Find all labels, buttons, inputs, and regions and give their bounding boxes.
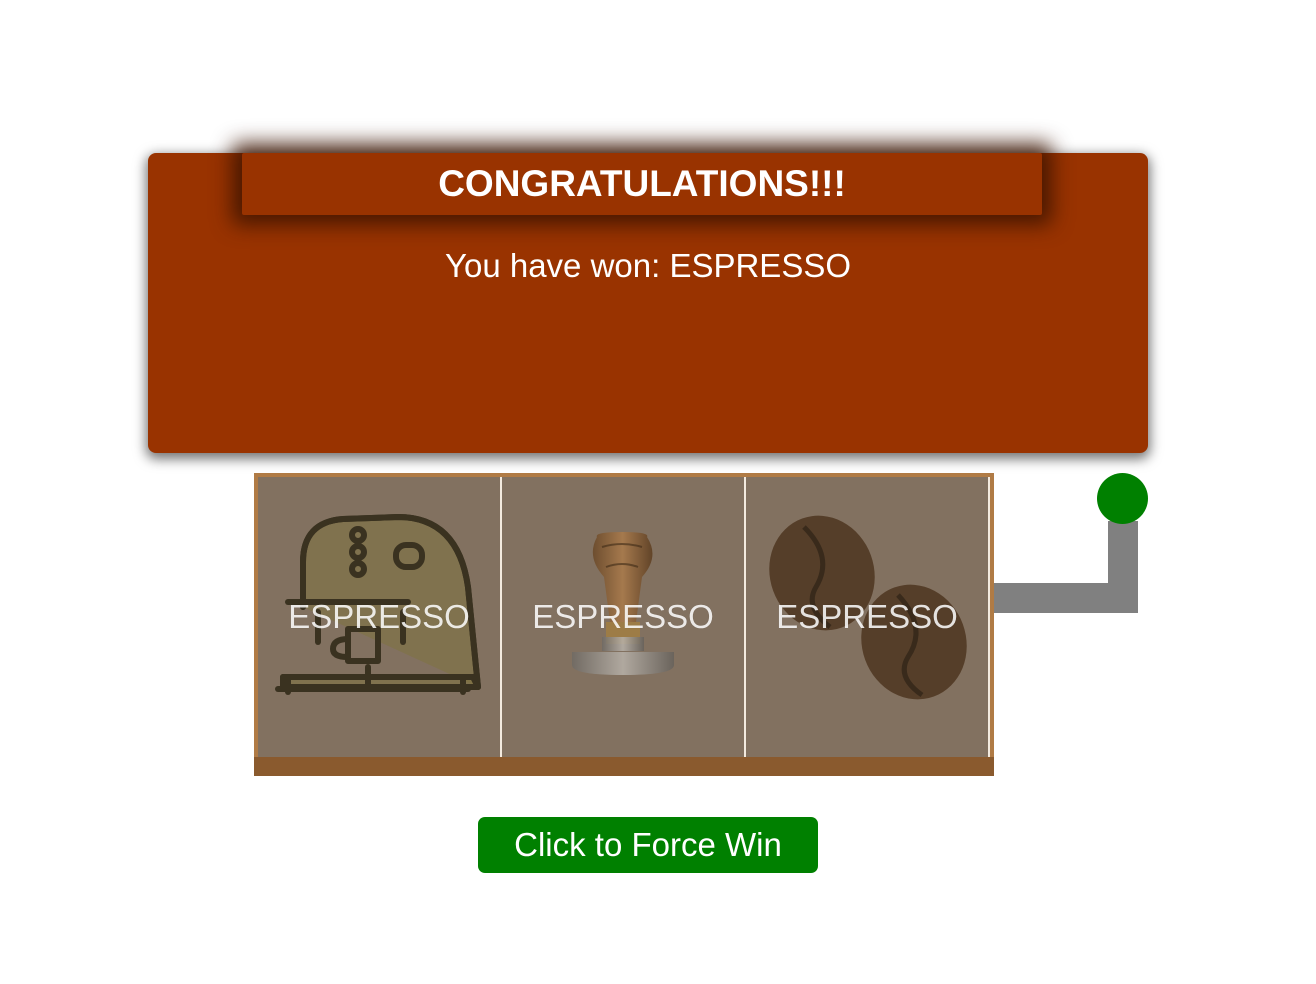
win-popup: CONGRATULATIONS!!! You have won: ESPRESS… — [148, 153, 1148, 453]
popup-title: CONGRATULATIONS!!! — [438, 163, 846, 204]
machine-base — [254, 757, 994, 776]
slot-machine-game: CONGRATULATIONS!!! You have won: ESPRESS… — [0, 0, 1316, 984]
lever-arm-vertical — [1108, 521, 1138, 613]
popup-header: CONGRATULATIONS!!! — [242, 153, 1042, 215]
reel-3: ESPRESSO — [746, 477, 990, 757]
win-message: You have won: ESPRESSO — [444, 247, 852, 284]
slot-machine: ESPRESSO ESPRESSO ESPRESSO — [254, 473, 994, 776]
force-win-button[interactable]: Click to Force Win — [478, 817, 818, 873]
reel-2: ESPRESSO — [502, 477, 746, 757]
reel-label: ESPRESSO — [532, 598, 714, 635]
reel-label: ESPRESSO — [776, 598, 958, 635]
lever-knob[interactable] — [1097, 473, 1148, 524]
reel-label: ESPRESSO — [288, 598, 470, 635]
reel-1: ESPRESSO — [258, 477, 502, 757]
reels: ESPRESSO ESPRESSO ESPRESSO — [258, 477, 990, 757]
